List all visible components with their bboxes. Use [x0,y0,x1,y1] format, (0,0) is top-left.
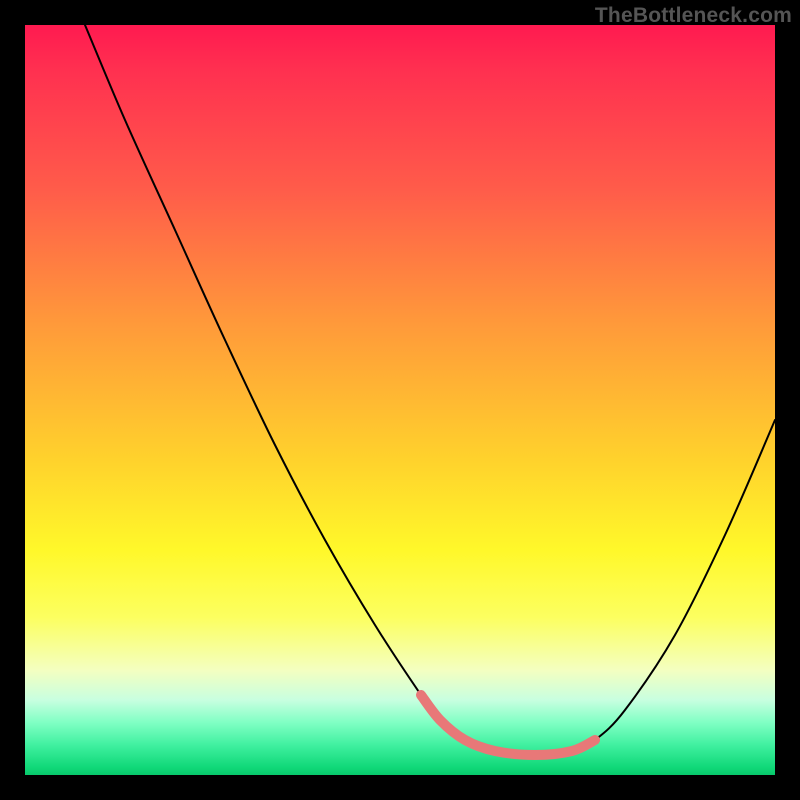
bottleneck-curve [85,25,775,755]
chart-svg [25,25,775,775]
chart-frame: TheBottleneck.com [0,0,800,800]
watermark-text: TheBottleneck.com [595,4,792,28]
optimal-range-highlight [421,695,595,755]
